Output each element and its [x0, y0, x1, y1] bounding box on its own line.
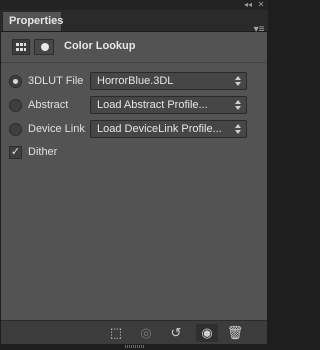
row-label: Abstract: [28, 99, 69, 111]
chevron-updown-icon: [235, 74, 242, 88]
radio-device-link[interactable]: [9, 123, 22, 136]
adjustment-grid-icon[interactable]: [12, 39, 30, 55]
chevron-updown-icon: [235, 122, 242, 136]
radio-abstract[interactable]: [9, 99, 22, 112]
trash-icon[interactable]: 🗑: [224, 324, 246, 342]
select-devicelink-profile[interactable]: Load DeviceLink Profile...: [90, 120, 247, 138]
row-label: Device Link: [28, 123, 85, 135]
chevron-updown-icon: [235, 98, 242, 112]
dither-label: Dither: [28, 146, 58, 158]
view-previous-state-icon[interactable]: ◎: [135, 324, 157, 342]
row-abstract: Abstract Load Abstract Profile...: [1, 96, 267, 116]
visibility-eye-icon[interactable]: ◉: [196, 324, 218, 342]
tab-properties[interactable]: Properties: [2, 11, 63, 31]
panel-footer: ⬚ ◎ ↺ ◉ 🗑: [1, 320, 267, 344]
radio-3dlut-file[interactable]: [9, 75, 22, 88]
row-device-link: Device Link Load DeviceLink Profile...: [1, 120, 267, 140]
tab-bar: Properties ▾≡: [0, 10, 268, 35]
row-3dlut-file: 3DLUT File HorrorBlue.3DL: [1, 72, 267, 92]
select-value: HorrorBlue.3DL: [97, 75, 174, 87]
window-top-bar: ◂◂ ✕: [0, 0, 268, 10]
select-value: Load Abstract Profile...: [97, 99, 208, 111]
clip-to-layer-icon[interactable]: ⬚: [105, 324, 127, 342]
collapse-panel-button[interactable]: ◂◂: [242, 0, 254, 10]
row-label: 3DLUT File: [28, 75, 84, 87]
properties-panel: Color Lookup 3DLUT File HorrorBlue.3DL A…: [1, 32, 267, 320]
reset-icon[interactable]: ↺: [165, 324, 187, 342]
select-value: Load DeviceLink Profile...: [97, 123, 222, 135]
dither-checkbox[interactable]: ✓: [9, 146, 22, 159]
resize-grip[interactable]: [125, 345, 145, 348]
select-abstract-profile[interactable]: Load Abstract Profile...: [90, 96, 247, 114]
layer-mask-icon[interactable]: [34, 39, 54, 55]
panel-header: Color Lookup: [1, 32, 267, 63]
select-3dlut-file[interactable]: HorrorBlue.3DL: [90, 72, 247, 90]
panel-title: Color Lookup: [64, 40, 136, 52]
close-panel-button[interactable]: ✕: [256, 0, 266, 10]
row-dither: ✓ Dither: [1, 143, 267, 163]
